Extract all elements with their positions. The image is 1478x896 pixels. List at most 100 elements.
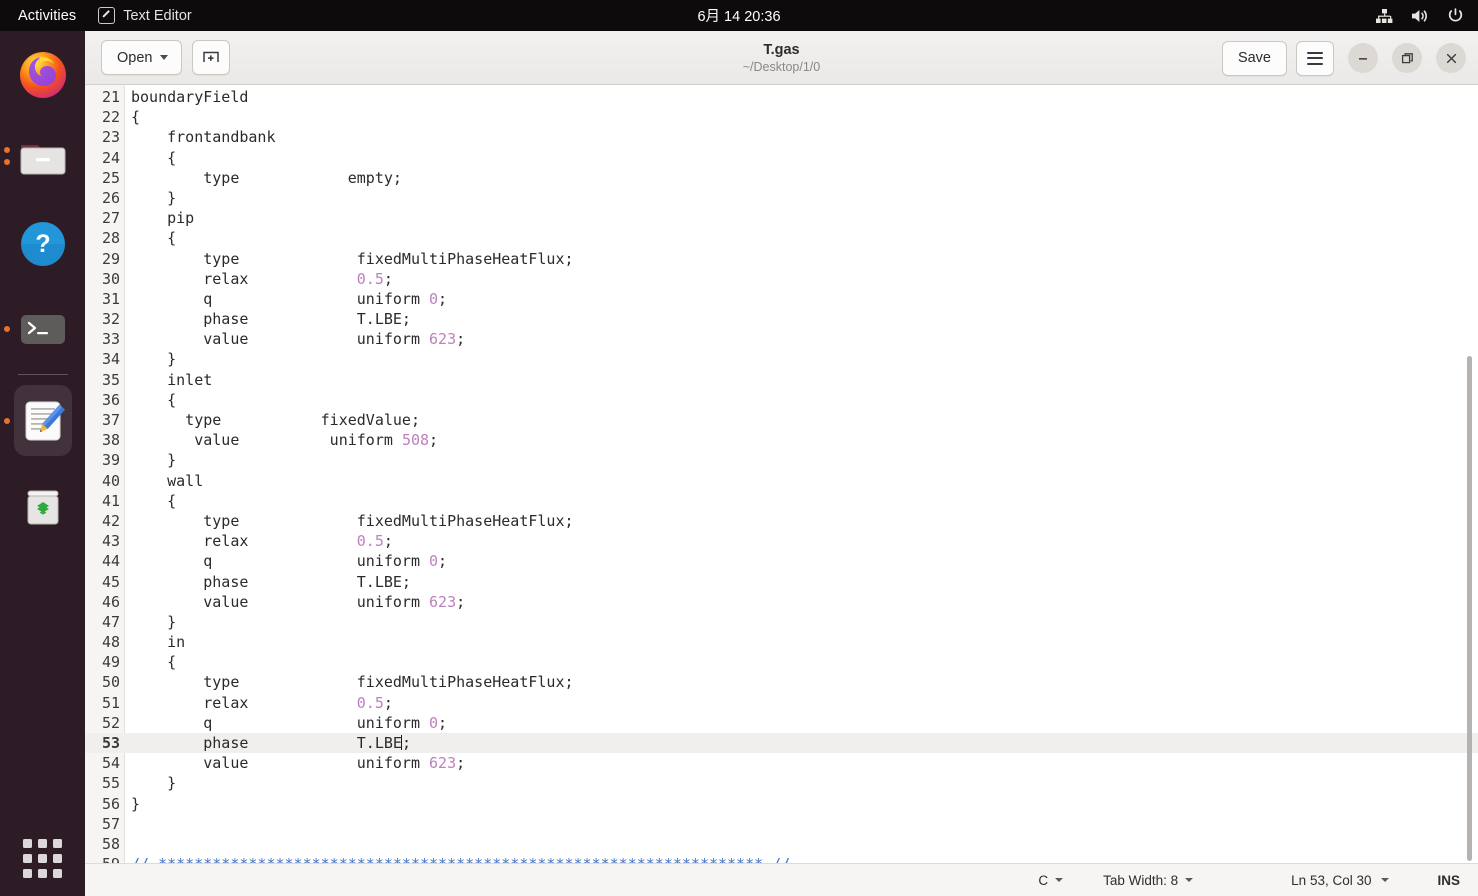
cursor-position[interactable]: Ln 53, Col 30 bbox=[1291, 873, 1371, 888]
save-button[interactable]: Save bbox=[1221, 40, 1287, 76]
code-text: phase T.LBE; bbox=[131, 310, 411, 329]
insert-mode-indicator[interactable]: INS bbox=[1437, 873, 1460, 888]
code-line[interactable]: 41 { bbox=[85, 491, 1478, 511]
code-line[interactable]: 38 value uniform 508; bbox=[85, 430, 1478, 450]
code-text: { bbox=[131, 491, 177, 510]
code-line[interactable]: 27 pip bbox=[85, 208, 1478, 228]
code-line[interactable]: 36 { bbox=[85, 390, 1478, 410]
code-line[interactable]: 44 q uniform 0; bbox=[85, 551, 1478, 571]
code-line[interactable]: 31 q uniform 0; bbox=[85, 289, 1478, 309]
code-text: q uniform 0; bbox=[131, 552, 448, 571]
code-line[interactable]: 26 } bbox=[85, 188, 1478, 208]
code-text: q uniform 0; bbox=[131, 713, 448, 732]
code-text: relax 0.5; bbox=[131, 532, 393, 551]
code-line[interactable]: 23 frontandbank bbox=[85, 127, 1478, 147]
chevron-down-icon bbox=[1185, 878, 1194, 882]
language-selector[interactable]: C bbox=[1038, 872, 1064, 888]
code-text: { bbox=[131, 229, 177, 248]
code-line[interactable]: 43 relax 0.5; bbox=[85, 531, 1478, 551]
new-tab-button[interactable] bbox=[192, 40, 231, 75]
line-number: 24 bbox=[101, 148, 120, 167]
code-line[interactable]: 22 { bbox=[85, 107, 1478, 127]
dock-item-help[interactable]: ? bbox=[0, 201, 85, 286]
dock-item-files[interactable] bbox=[0, 116, 85, 201]
code-line[interactable]: 48 in bbox=[85, 632, 1478, 652]
code-text: wall bbox=[131, 471, 204, 490]
line-number: 27 bbox=[101, 209, 120, 228]
close-button[interactable] bbox=[1436, 43, 1466, 73]
status-bar: C Tab Width: 8 Ln 53, Col 30 INS bbox=[85, 863, 1478, 896]
dock-item-trash[interactable] bbox=[0, 463, 85, 548]
main-menu-button[interactable] bbox=[1296, 40, 1334, 76]
apps-grid-icon bbox=[23, 839, 62, 878]
dock-item-terminal[interactable] bbox=[0, 286, 85, 371]
code-text: pip bbox=[131, 209, 195, 228]
minimize-button[interactable] bbox=[1348, 43, 1378, 73]
line-number: 55 bbox=[101, 774, 120, 793]
code-line[interactable]: 58 bbox=[85, 834, 1478, 854]
code-line[interactable]: 54 value uniform 623; bbox=[85, 753, 1478, 773]
app-menu-button[interactable]: Text Editor bbox=[88, 7, 202, 24]
code-text: q uniform 0; bbox=[131, 289, 448, 308]
code-line[interactable]: 33 value uniform 623; bbox=[85, 329, 1478, 349]
code-text: relax 0.5; bbox=[131, 269, 393, 288]
code-line[interactable]: 47 } bbox=[85, 612, 1478, 632]
language-label: C bbox=[1038, 872, 1049, 888]
maximize-button[interactable] bbox=[1392, 43, 1422, 73]
code-text: type fixedMultiPhaseHeatFlux; bbox=[131, 249, 574, 268]
insert-mode-label: INS bbox=[1437, 872, 1460, 888]
code-line[interactable]: 32 phase T.LBE; bbox=[85, 309, 1478, 329]
dock-separator bbox=[17, 374, 68, 375]
code-line[interactable]: 57 bbox=[85, 814, 1478, 834]
dock-item-firefox[interactable] bbox=[0, 31, 85, 116]
code-text: frontandbank bbox=[131, 128, 276, 147]
dock-item-text-editor[interactable] bbox=[0, 378, 85, 463]
code-editor-area[interactable]: 21 boundaryField 22{23 frontandbank 24 {25 … bbox=[85, 85, 1478, 863]
code-lines[interactable]: 21 boundaryField 22{23 frontandbank 24 {25 … bbox=[85, 85, 1478, 863]
code-line[interactable]: 51 relax 0.5; bbox=[85, 693, 1478, 713]
open-button[interactable]: Open bbox=[101, 40, 183, 75]
code-line[interactable]: 49 { bbox=[85, 652, 1478, 672]
code-line[interactable]: 42 type fixedMultiPhaseHeatFlux; bbox=[85, 511, 1478, 531]
show-applications-button[interactable] bbox=[0, 839, 85, 878]
line-number: 31 bbox=[101, 289, 120, 308]
line-number: 30 bbox=[101, 269, 120, 288]
code-line[interactable]: 56} bbox=[85, 794, 1478, 814]
code-line[interactable]: 21 boundaryField bbox=[85, 87, 1478, 107]
code-line[interactable]: 46 value uniform 623; bbox=[85, 592, 1478, 612]
code-line[interactable]: 59// ***********************************… bbox=[85, 854, 1478, 863]
line-number: 38 bbox=[101, 431, 120, 450]
network-icon bbox=[1375, 8, 1393, 24]
code-line[interactable]: 35 inlet bbox=[85, 370, 1478, 390]
code-line[interactable]: 28 { bbox=[85, 228, 1478, 248]
code-line[interactable]: 34 } bbox=[85, 349, 1478, 369]
line-number: 49 bbox=[101, 653, 120, 672]
maximize-icon bbox=[1401, 52, 1414, 65]
tab-width-selector[interactable]: Tab Width: 8 bbox=[1103, 873, 1194, 888]
code-line[interactable]: 37 type fixedValue; bbox=[85, 410, 1478, 430]
line-number: 35 bbox=[101, 370, 120, 389]
code-line[interactable]: 50 type fixedMultiPhaseHeatFlux; bbox=[85, 672, 1478, 692]
chevron-down-icon[interactable] bbox=[1381, 878, 1390, 882]
code-line[interactable]: 53 phase T.LBE; bbox=[85, 733, 1478, 754]
line-number: 48 bbox=[101, 633, 120, 652]
code-line[interactable]: 55 } bbox=[85, 773, 1478, 793]
code-line[interactable]: 45 phase T.LBE; bbox=[85, 572, 1478, 592]
files-folder-icon bbox=[17, 133, 69, 185]
activities-button[interactable]: Activities bbox=[0, 8, 88, 24]
running-indicator bbox=[4, 158, 10, 165]
system-tray[interactable] bbox=[1375, 0, 1464, 31]
code-line[interactable]: 24 { bbox=[85, 148, 1478, 168]
clock[interactable]: 6月 14 20:36 bbox=[0, 5, 1478, 26]
code-line[interactable]: 25 type empty; bbox=[85, 168, 1478, 188]
code-line[interactable]: 40 wall bbox=[85, 471, 1478, 491]
code-line[interactable]: 52 q uniform 0; bbox=[85, 713, 1478, 733]
code-line[interactable]: 29 type fixedMultiPhaseHeatFlux; bbox=[85, 249, 1478, 269]
code-line[interactable]: 30 relax 0.5; bbox=[85, 269, 1478, 289]
line-number: 57 bbox=[101, 814, 120, 833]
code-line[interactable]: 39 } bbox=[85, 450, 1478, 470]
code-text: } bbox=[131, 612, 177, 631]
vertical-scrollbar[interactable] bbox=[1467, 356, 1472, 861]
power-icon bbox=[1447, 7, 1464, 24]
